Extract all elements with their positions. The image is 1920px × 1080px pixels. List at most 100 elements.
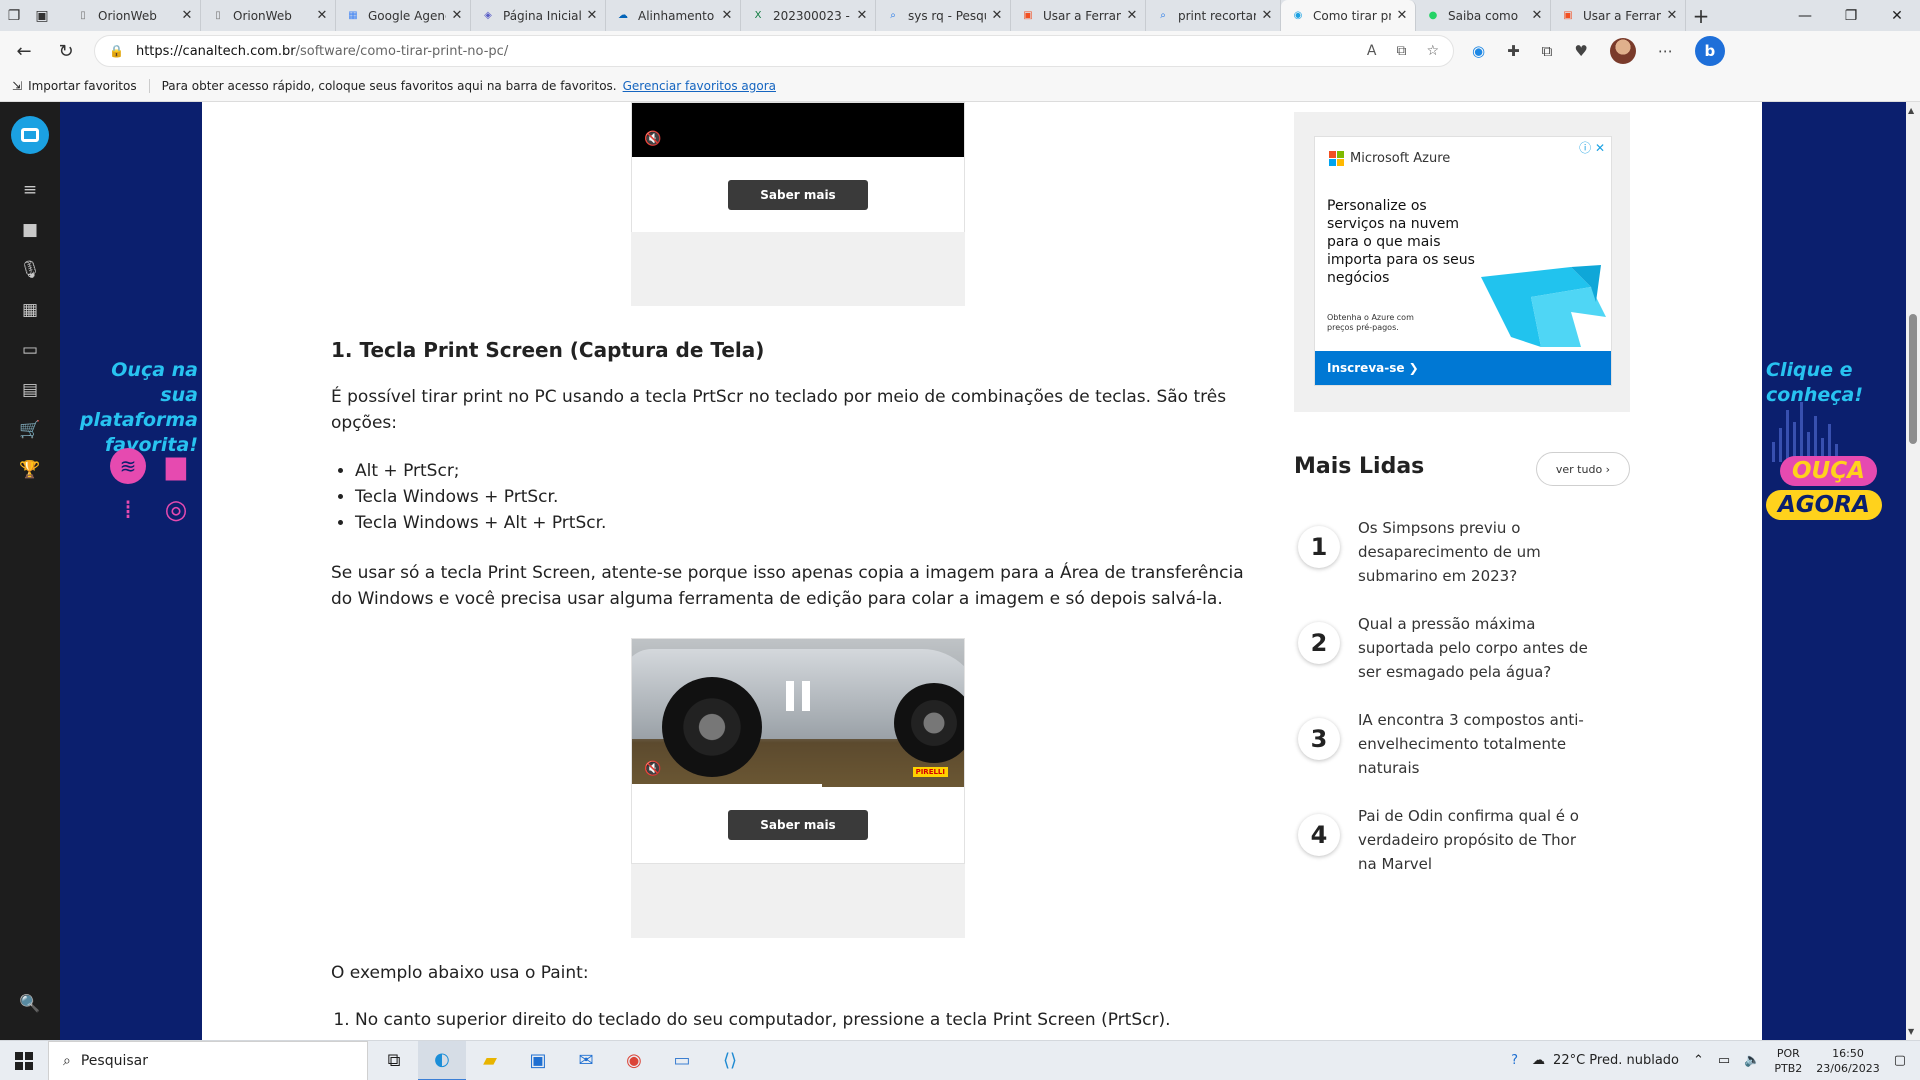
building-icon[interactable]: ▦ — [0, 290, 60, 330]
canaltech-logo[interactable] — [11, 116, 49, 154]
remote-desktop-icon[interactable]: ▭ — [658, 1041, 706, 1080]
close-icon[interactable]: ✕ — [1874, 0, 1920, 31]
scroll-down-icon[interactable]: ▼ — [1908, 1027, 1914, 1036]
tab-6[interactable]: X 202300023 - ✕ — [741, 0, 876, 31]
tab-3[interactable]: ▦ Google Agenda ✕ — [336, 0, 471, 31]
tab-close-icon[interactable]: ✕ — [720, 8, 734, 23]
tab-close-icon[interactable]: ✕ — [450, 8, 464, 23]
ad-choices-icon[interactable]: ⓘ ✕ — [1579, 139, 1605, 156]
saber-mais-button[interactable]: Saber mais — [728, 180, 868, 210]
weather-widget[interactable]: ☁ 22°C Pred. nublado — [1532, 1053, 1679, 1068]
news-icon[interactable]: ▤ — [0, 370, 60, 410]
trophy-icon[interactable]: 🏆 — [0, 450, 60, 490]
onedrive-icon: ☁ — [618, 10, 628, 21]
import-favorites[interactable]: ⇲ Importar favoritos — [12, 79, 150, 93]
ver-tudo-button[interactable]: ver tudo › — [1536, 452, 1630, 486]
microphone-icon[interactable]: 🎙 — [0, 250, 60, 290]
new-tab-button[interactable]: + — [1686, 4, 1716, 28]
mais-lidas-link[interactable]: Pai de Odin confirma qual é o verdadeiro… — [1358, 804, 1598, 876]
mais-lidas-link[interactable]: Qual a pressão máxima suportada pelo cor… — [1358, 612, 1598, 684]
network-icon[interactable]: ▭ — [1718, 1053, 1730, 1068]
more-menu-icon[interactable]: ⋯ — [1658, 42, 1673, 60]
tab-10[interactable]: ◉ Como tirar print ✕ — [1281, 0, 1416, 31]
language-indicator[interactable]: POR PTB2 — [1774, 1046, 1802, 1076]
tab-close-icon[interactable]: ✕ — [1395, 8, 1409, 23]
mais-lidas-link[interactable]: Os Simpsons previu o desaparecimento de … — [1358, 516, 1598, 588]
performance-icon[interactable]: ♥ — [1574, 42, 1587, 60]
minimize-icon[interactable]: — — [1782, 0, 1828, 31]
collections-icon[interactable]: ⧉ — [1542, 42, 1553, 60]
tab-close-icon[interactable]: ✕ — [1125, 8, 1139, 23]
extension-shield-icon[interactable]: ◉ — [1472, 42, 1485, 60]
tray-chevron-icon[interactable]: ⌃ — [1693, 1053, 1704, 1068]
taskbar-search[interactable]: ⌕ Pesquisar — [48, 1040, 368, 1080]
tab-close-icon[interactable]: ✕ — [1260, 8, 1274, 23]
tab-close-icon[interactable]: ✕ — [990, 8, 1004, 23]
extensions-icon[interactable]: ✚ — [1507, 42, 1520, 60]
tab-11[interactable]: ● Saiba como ✕ — [1416, 0, 1551, 31]
tab-1[interactable]: ▯ OrionWeb ✕ — [66, 0, 201, 31]
saber-mais-button-2[interactable]: Saber mais — [728, 810, 868, 840]
notifications-icon[interactable]: ▢ — [1894, 1053, 1906, 1068]
page-scrollbar[interactable]: ▲ ▼ — [1906, 102, 1920, 1040]
tab-7[interactable]: ⌕ sys rq - Pesquisa ✕ — [876, 0, 1011, 31]
task-view-icon[interactable]: ⧉ — [370, 1041, 418, 1080]
tab-8[interactable]: ▣ Usar a Ferramenta ✕ — [1011, 0, 1146, 31]
azure-ad[interactable]: ⓘ ✕ Microsoft Azure Personalize os servi… — [1314, 136, 1612, 386]
start-button[interactable] — [0, 1041, 48, 1080]
cart-icon[interactable]: 🛒 — [0, 410, 60, 450]
tab-close-icon[interactable]: ✕ — [1665, 8, 1679, 23]
mais-lidas-item[interactable]: 1 Os Simpsons previu o desaparecimento de… — [1294, 516, 1634, 588]
tab-close-icon[interactable]: ✕ — [315, 8, 329, 23]
bing-chat-icon[interactable]: b — [1694, 36, 1725, 66]
tab-12[interactable]: ▣ Usar a Ferramenta ✕ — [1551, 0, 1686, 31]
profile-avatar[interactable] — [1609, 38, 1636, 64]
car-video[interactable]: 🔇 PIRELLI — [632, 639, 964, 787]
file-explorer-icon[interactable]: ▰ — [466, 1041, 514, 1080]
mais-lidas-item[interactable]: 4 Pai de Odin confirma qual é o verdadeir… — [1294, 804, 1634, 876]
right-side-banner[interactable]: Clique e conheça! OUÇA AGORA — [1762, 102, 1906, 1040]
mail-icon[interactable]: ✉ — [562, 1041, 610, 1080]
clock[interactable]: 16:50 23/06/2023 — [1816, 1046, 1879, 1076]
tab-5[interactable]: ☁ Alinhamento ✕ — [606, 0, 741, 31]
video-player-1[interactable]: 🔇 — [632, 103, 964, 157]
mais-lidas-item[interactable]: 2 Qual a pressão máxima suportada pelo co… — [1294, 612, 1634, 684]
read-aloud-icon[interactable]: A — [1367, 43, 1377, 59]
mais-lidas-item[interactable]: 3 IA encontra 3 compostos anti-envelhecim… — [1294, 708, 1634, 780]
store-icon[interactable]: ▣ — [514, 1041, 562, 1080]
tab-9[interactable]: ⌕ print recortar ✕ — [1146, 0, 1281, 31]
url-input[interactable]: 🔒 https://canaltech.com.br/software/como… — [94, 35, 1454, 67]
tab-close-icon[interactable]: ✕ — [180, 8, 194, 23]
scroll-up-icon[interactable]: ▲ — [1908, 106, 1914, 115]
mais-lidas-link[interactable]: IA encontra 3 compostos anti-envelhecime… — [1358, 708, 1598, 780]
left-side-banner[interactable]: Ouça na sua plataforma favorita! ≋ ▆ ⁞ ◎ — [60, 102, 202, 1040]
tab-close-icon[interactable]: ✕ — [855, 8, 869, 23]
manage-favorites-link[interactable]: Gerenciar favoritos agora — [623, 79, 776, 93]
workspaces-icon[interactable]: ❐ — [0, 0, 28, 31]
tab-2[interactable]: ▯ OrionWeb ✕ — [201, 0, 336, 31]
pause-icon[interactable] — [786, 681, 810, 711]
scroll-thumb[interactable] — [1909, 314, 1917, 444]
mute-icon-2[interactable]: 🔇 — [644, 761, 661, 777]
video-progress[interactable] — [632, 784, 822, 787]
help-icon[interactable]: ? — [1511, 1053, 1518, 1068]
tab-4[interactable]: ◈ Página Inicial ✕ — [471, 0, 606, 31]
back-button[interactable]: ← — [6, 33, 42, 69]
tab-close-icon[interactable]: ✕ — [585, 8, 599, 23]
azure-cta-button[interactable]: Inscreva-se ❯ — [1315, 351, 1611, 385]
mute-icon[interactable]: 🔇 — [644, 131, 661, 147]
chrome-icon[interactable]: ◉ — [610, 1041, 658, 1080]
tab-actions-icon[interactable]: ▣ — [28, 0, 56, 31]
app-available-icon[interactable]: ⧉ — [1396, 43, 1406, 59]
edge-icon[interactable]: ◐ — [418, 1040, 466, 1080]
refresh-button[interactable]: ↻ — [48, 33, 84, 69]
devices-icon[interactable]: ▭ — [0, 330, 60, 370]
rail-search-icon[interactable]: 🔍 — [0, 984, 60, 1024]
menu-icon[interactable]: ≡ — [0, 170, 60, 210]
video-icon[interactable]: ■ — [0, 210, 60, 250]
volume-icon[interactable]: 🔈 — [1744, 1053, 1760, 1068]
vscode-icon[interactable]: ⟨⟩ — [706, 1041, 754, 1080]
restore-icon[interactable]: ❐ — [1828, 0, 1874, 31]
favorite-star-icon[interactable]: ☆ — [1426, 43, 1439, 59]
tab-close-icon[interactable]: ✕ — [1530, 8, 1544, 23]
